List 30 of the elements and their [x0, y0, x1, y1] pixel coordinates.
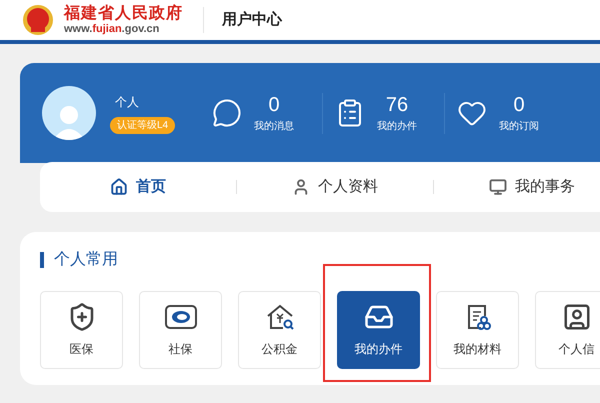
stat-count: 76 — [386, 92, 408, 116]
shortcut-tile[interactable]: 医保 — [40, 291, 123, 369]
shortcut-tile[interactable]: 公积金 — [238, 291, 321, 369]
page-title: 用户中心 — [222, 10, 282, 30]
card-logo-icon — [164, 302, 198, 332]
monitor-icon — [489, 178, 507, 196]
nav-tab[interactable]: 我的事务 — [434, 167, 600, 207]
stat-label: 我的办件 — [377, 120, 417, 134]
house-search-icon — [264, 302, 294, 332]
emblem-icon — [22, 4, 54, 36]
home-icon — [110, 178, 128, 196]
stat-count: 0 — [268, 92, 280, 116]
nav-tab[interactable]: 个人资料 — [237, 167, 433, 207]
nav-tab[interactable]: 首页 — [40, 167, 236, 207]
stat-label: 我的订阅 — [499, 120, 539, 134]
stat-count: 0 — [513, 92, 525, 116]
shortcut-tile[interactable]: 个人信 — [535, 291, 600, 369]
certification-badge: 认证等级L4 — [110, 116, 176, 134]
user-icon — [292, 178, 310, 196]
shortcut-tile[interactable]: 我的材料 — [436, 291, 519, 369]
shortcut-tile[interactable]: 我的办件 — [337, 291, 420, 369]
site-url: www.fujian.gov.cn — [64, 24, 160, 34]
user-name: 个人 — [115, 94, 139, 110]
avatar-icon — [42, 86, 96, 140]
id-card-icon — [562, 302, 592, 332]
shortcut-tile[interactable]: 社保 — [139, 291, 222, 369]
site-name: 福建省人民政府 — [64, 6, 183, 22]
stat-label: 我的消息 — [254, 120, 294, 134]
section-title: 个人常用 — [54, 250, 118, 270]
speech-bubble-icon — [212, 98, 242, 128]
